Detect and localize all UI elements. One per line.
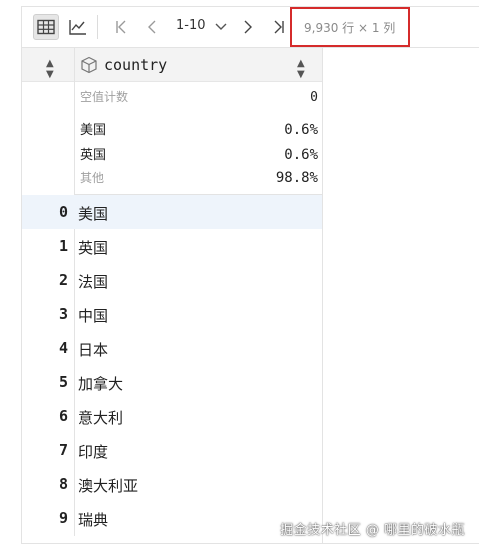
shape-indicator: 9,930 行 × 1 列	[290, 7, 410, 47]
cell-value[interactable]: 法国	[78, 271, 108, 292]
table-row[interactable]: 8 澳大利亚	[22, 467, 322, 501]
row-index: 5	[58, 373, 68, 391]
summary-value: 0.6%	[284, 147, 318, 163]
table-row[interactable]: 1 英国	[22, 229, 322, 263]
row-index: 9	[58, 509, 68, 527]
summary-label: 美国	[80, 123, 107, 138]
table-row[interactable]: 6 意大利	[22, 399, 322, 433]
table-row[interactable]: 2 法国	[22, 263, 322, 297]
row-index: 6	[58, 407, 68, 425]
table-row[interactable]: 0 美国	[22, 195, 322, 229]
line-chart-icon[interactable]	[65, 14, 91, 40]
row-index: 4	[58, 339, 68, 357]
summary-row: 英国 0.6%	[80, 144, 318, 163]
row-index: 1	[58, 237, 68, 255]
column-header-row: ▲ ▼ country ▲ ▼	[22, 48, 322, 82]
table-row[interactable]: 4 日本	[22, 331, 322, 365]
summary-value: 0.6%	[284, 122, 318, 138]
first-page-icon[interactable]	[108, 14, 134, 40]
cell-value[interactable]: 中国	[78, 305, 108, 326]
toolbar-divider	[97, 15, 98, 39]
table-row[interactable]: 5 加拿大	[22, 365, 322, 399]
cell-value[interactable]: 澳大利亚	[78, 475, 138, 496]
cube-icon	[80, 56, 98, 78]
cell-value[interactable]: 美国	[78, 203, 108, 224]
table-icon[interactable]	[33, 14, 59, 40]
column-summary: 空值计数 0 美国 0.6% 英国 0.6% 其他 98.8%	[75, 82, 322, 195]
column-name[interactable]: country	[104, 56, 167, 74]
summary-value: 0	[310, 90, 318, 105]
row-index: 7	[58, 441, 68, 459]
row-index: 3	[58, 305, 68, 323]
table-row[interactable]: 7 印度	[22, 433, 322, 467]
index-sort-icon[interactable]: ▲ ▼	[46, 58, 54, 80]
watermark: 掘金技术社区 @ 哪里的破水瓶	[280, 523, 465, 538]
summary-value: 98.8%	[275, 170, 318, 186]
cell-value[interactable]: 意大利	[78, 407, 123, 428]
summary-row: 其他 98.8%	[80, 169, 318, 186]
page-range[interactable]: 1-10	[176, 18, 206, 33]
sort-arrows-icon[interactable]: ▲ ▼	[297, 58, 305, 80]
cell-value[interactable]: 印度	[78, 441, 108, 462]
cell-value[interactable]: 加拿大	[78, 373, 123, 394]
summary-label: 其他	[80, 171, 105, 185]
summary-label: 英国	[80, 148, 107, 163]
row-index: 2	[58, 271, 68, 289]
row-index: 8	[58, 475, 68, 493]
chevron-down-icon[interactable]	[208, 14, 234, 40]
summary-row: 美国 0.6%	[80, 119, 318, 138]
data-grid: ▲ ▼ country ▲ ▼ 空值计数 0 美国 0.6% 英国 0.6% 其他 …	[22, 48, 323, 544]
cell-value[interactable]: 日本	[78, 339, 108, 360]
cell-value[interactable]: 英国	[78, 237, 108, 258]
null-count-row: 空值计数 0	[80, 88, 318, 105]
toolbar: 1-10 9,930 行 × 1 列	[22, 7, 479, 48]
cell-value[interactable]: 瑞典	[78, 509, 108, 530]
chevron-right-icon[interactable]	[235, 14, 261, 40]
row-index: 0	[58, 203, 68, 221]
chevron-left-icon[interactable]	[139, 14, 165, 40]
last-page-icon[interactable]	[266, 14, 292, 40]
table-row[interactable]: 9 瑞典	[22, 501, 322, 535]
summary-label: 空值计数	[80, 90, 129, 104]
table-row[interactable]: 3 中国	[22, 297, 322, 331]
